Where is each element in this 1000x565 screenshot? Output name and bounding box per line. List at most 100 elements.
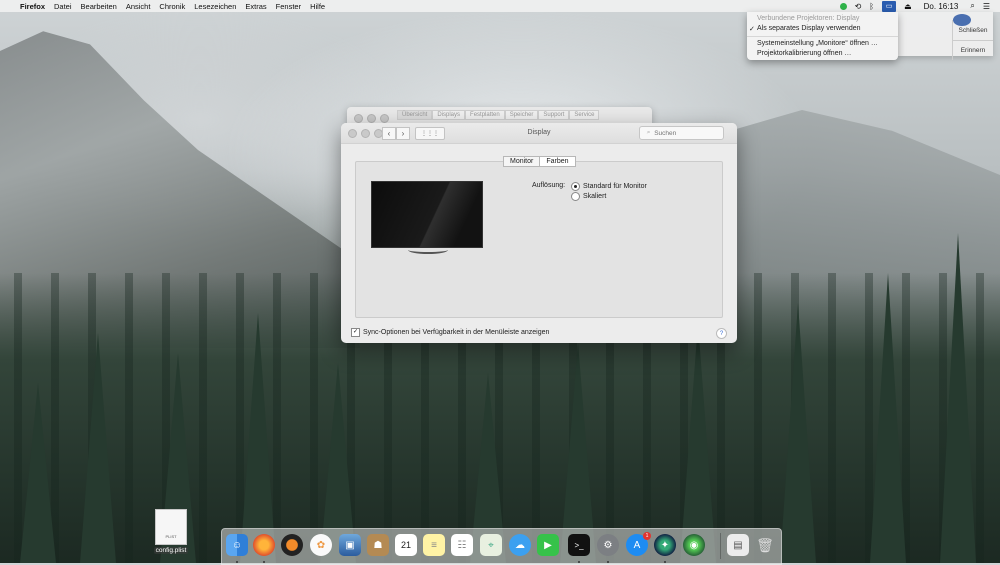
airplay-dropdown-menu: Verbundene Projektoren: Display ✓ Als se…: [747, 12, 898, 60]
wallpaper-tree: [870, 273, 906, 563]
window-controls: [354, 114, 389, 123]
radio-button[interactable]: [571, 192, 580, 201]
menu-extras[interactable]: Extras: [245, 2, 266, 11]
airplay-display-icon[interactable]: ▭: [882, 0, 897, 12]
menu-lesezeichen[interactable]: Lesezeichen: [194, 2, 236, 11]
desktop-file-config-plist[interactable]: PLIST config.plist: [152, 509, 190, 554]
monitor-image: [371, 181, 483, 248]
wallpaper-tree: [20, 383, 56, 563]
notification-banner: Schließen Erinnern: [898, 12, 993, 60]
notification-remind-button[interactable]: Erinnern: [952, 40, 993, 60]
sync-options-label: Sync-Optionen bei Verfügbarkeit in der M…: [363, 329, 550, 336]
wallpaper-tree: [240, 313, 276, 563]
tab-support[interactable]: Support: [538, 110, 570, 120]
close-icon[interactable]: [354, 114, 363, 123]
reminders-icon[interactable]: ☷: [451, 534, 473, 556]
tab-uebersicht[interactable]: Übersicht: [397, 110, 433, 120]
minimize-icon[interactable]: [361, 129, 370, 138]
help-button[interactable]: ?: [716, 328, 727, 339]
firefox-icon[interactable]: [253, 534, 275, 556]
forward-button[interactable]: ›: [396, 127, 410, 140]
bluetooth-icon[interactable]: ᛒ: [869, 2, 874, 11]
menu-header-connected-projectors: Verbundene Projektoren: Display: [757, 15, 860, 22]
time-machine-icon[interactable]: ⟲: [855, 2, 862, 11]
facetime-icon[interactable]: ▶: [537, 534, 559, 556]
menu-extras-area: ⟲ ᛒ ▭ ⏏ Do. 16:13 ⌕ ☰: [832, 0, 1000, 12]
menu-item-projector-calibration[interactable]: Projektorkalibrierung öffnen …: [757, 50, 851, 57]
dock: ☺ ✿ ▣ ☗ 21 ≡ ☷ ⌖ ☁ ▶ >_ ⚙ A 1 ✦ ◉ ▤ 🗑: [221, 528, 782, 565]
menu-hilfe[interactable]: Hilfe: [310, 2, 325, 11]
menu-datei[interactable]: Datei: [54, 2, 72, 11]
back-button[interactable]: ‹: [382, 127, 396, 140]
system-preferences-icon[interactable]: ⚙: [597, 534, 619, 556]
maps-icon[interactable]: ⌖: [480, 534, 502, 556]
resolution-label: Auflösung:: [532, 182, 566, 189]
tab-displays[interactable]: Displays: [432, 110, 466, 120]
calendar-day: 21: [400, 540, 411, 550]
spotlight-search-icon[interactable]: ⌕: [970, 1, 974, 11]
zoom-icon[interactable]: [380, 114, 389, 123]
preview-icon[interactable]: ▣: [339, 534, 361, 556]
calendar-icon[interactable]: 21: [395, 534, 417, 556]
app-store-icon[interactable]: A 1: [626, 532, 651, 556]
menu-app-name[interactable]: Firefox: [20, 2, 45, 11]
tab-farben[interactable]: Farben: [540, 156, 576, 167]
status-green-icon[interactable]: [839, 2, 847, 10]
radio-scaled[interactable]: Skaliert: [571, 192, 606, 201]
plist-file-icon-text: PLIST: [165, 534, 177, 539]
messages-icon[interactable]: ☁: [509, 534, 531, 556]
notification-center-icon[interactable]: ☰: [983, 2, 990, 11]
photos-icon[interactable]: ✿: [310, 534, 332, 556]
radio-standard-for-monitor[interactable]: Standard für Monitor: [571, 182, 647, 191]
finder-icon[interactable]: ☺: [226, 534, 248, 556]
monitor-color-tabs: Monitor Farben: [503, 156, 576, 167]
menu-item-label: Als separates Display verwenden: [757, 25, 861, 32]
checkmark-icon: ✓: [749, 26, 755, 33]
wallpaper-tree: [780, 303, 816, 563]
show-all-grid-button[interactable]: ⋮⋮⋮: [415, 127, 445, 140]
dock-divider: [720, 533, 721, 559]
network-app-icon[interactable]: ✦: [654, 534, 676, 556]
tab-speicher[interactable]: Speicher: [504, 110, 539, 120]
search-field[interactable]: ⌕: [639, 126, 724, 140]
wallpaper-tree: [80, 333, 116, 563]
tab-service[interactable]: Service: [569, 110, 600, 120]
menu-clock[interactable]: Do. 16:13: [924, 2, 959, 11]
menu-separator: [747, 36, 898, 37]
tab-festplatten[interactable]: Festplatten: [465, 110, 505, 120]
app-store-badge: 1: [643, 532, 651, 540]
display-preferences-window: ‹ › ⋮⋮⋮ Display ⌕ Monitor Farben Auflösu…: [341, 123, 737, 343]
activity-app-icon[interactable]: ◉: [683, 534, 705, 556]
tab-monitor[interactable]: Monitor: [503, 156, 541, 167]
radio-label: Standard für Monitor: [583, 183, 647, 190]
trash-icon[interactable]: 🗑: [754, 534, 776, 556]
contacts-icon[interactable]: ☗: [367, 534, 389, 556]
notification-close-button[interactable]: Schließen: [952, 20, 993, 41]
terminal-icon[interactable]: >_: [568, 534, 590, 556]
menu-chronik[interactable]: Chronik: [159, 2, 185, 11]
radio-label: Skaliert: [583, 193, 607, 200]
menu-item-separate-display[interactable]: ✓ Als separates Display verwenden: [749, 25, 861, 33]
checkbox-checked[interactable]: ✓: [351, 328, 360, 337]
background-window-tabs: Übersicht Displays Festplatten Speicher …: [397, 110, 600, 120]
minimize-icon[interactable]: [367, 114, 376, 123]
search-input[interactable]: [652, 128, 717, 138]
menu-item-open-display-prefs[interactable]: Systemeinstellung „Monitore“ öffnen …: [757, 40, 878, 47]
close-icon[interactable]: [348, 129, 357, 138]
menu-fenster[interactable]: Fenster: [276, 2, 301, 11]
menu-bar: Firefox Datei Bearbeiten Ansicht Chronik…: [0, 0, 1000, 12]
monitor-stand: [408, 246, 448, 254]
fl-studio-icon[interactable]: [281, 534, 303, 556]
window-titlebar: ‹ › ⋮⋮⋮ Display ⌕: [341, 123, 737, 144]
notes-icon[interactable]: ≡: [423, 534, 445, 556]
plist-file-icon: PLIST: [155, 509, 187, 545]
menu-bearbeiten[interactable]: Bearbeiten: [81, 2, 117, 11]
downloads-stack-icon[interactable]: ▤: [727, 534, 749, 556]
desktop-file-label: config.plist: [153, 547, 189, 554]
wallpaper-tree: [940, 233, 976, 563]
sync-options-checkbox-row[interactable]: ✓ Sync-Optionen bei Verfügbarkeit in der…: [351, 328, 549, 337]
menu-ansicht[interactable]: Ansicht: [126, 2, 151, 11]
window-controls: [348, 129, 383, 138]
eject-icon[interactable]: ⏏: [904, 2, 912, 11]
radio-button-selected[interactable]: [571, 182, 580, 191]
